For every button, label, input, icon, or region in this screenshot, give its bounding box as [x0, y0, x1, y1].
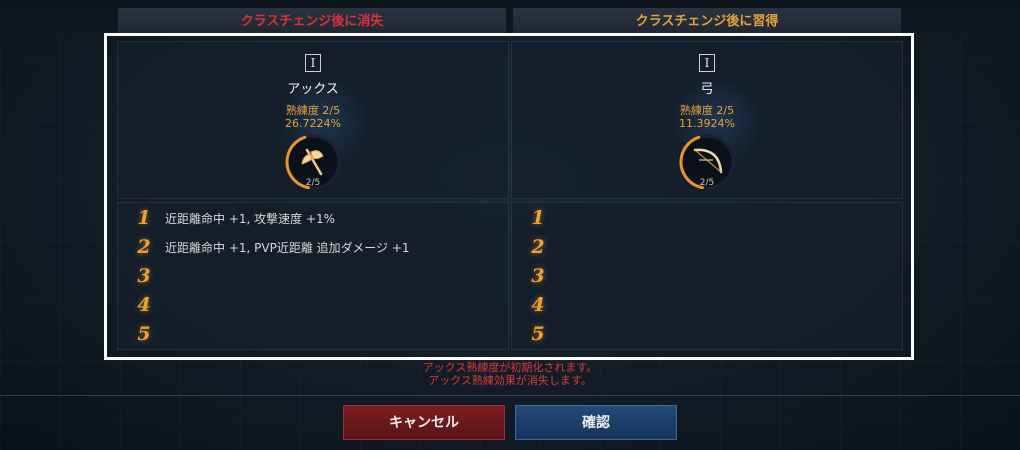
confirm-button[interactable]: 確認: [515, 405, 677, 440]
tier-badge: I: [305, 54, 321, 72]
bonus-row: 1 近距離命中 +1, 攻撃速度 +1%: [118, 203, 508, 232]
mastery-level: 熟練度 2/5: [285, 104, 341, 117]
bonus-row: 4: [512, 290, 902, 319]
bonus-level-number: 2: [137, 236, 151, 258]
warning-line-effect-lost: アックス熟練効果が消失します。: [428, 374, 592, 387]
bonus-row: 3: [512, 261, 902, 290]
right-bonus-list: 1 2 3 4 5: [511, 202, 903, 350]
bonus-row: 2 近距離命中 +1, PVP近距離 追加ダメージ +1: [118, 232, 508, 261]
bonus-text: 近距離命中 +1, 攻撃速度 +1%: [165, 212, 336, 226]
left-weapon-panel: I アックス 熟練度 2/5 26.7224% 2/5: [117, 41, 509, 199]
bonus-row: 1: [512, 203, 902, 232]
bottom-divider: [0, 395, 1020, 396]
right-weapon-panel: I 弓 熟練度 2/5 11.3924% 2/5: [511, 41, 903, 199]
bonus-level-number: 5: [137, 323, 151, 345]
bonus-level-number: 3: [531, 265, 545, 287]
bonus-row: 5: [512, 319, 902, 348]
lost-after-class-change-header: クラスチェンジ後に消失: [118, 8, 506, 34]
mastery-percent: 26.7224%: [285, 117, 341, 130]
ring-level-text: 2/5: [699, 178, 715, 188]
left-bonus-list: 1 近距離命中 +1, 攻撃速度 +1% 2 近距離命中 +1, PVP近距離 …: [117, 202, 509, 350]
bonus-row: 3: [118, 261, 508, 290]
highlight-frame: I アックス 熟練度 2/5 26.7224% 2/5 I 弓 熟練度 2/5 …: [104, 33, 914, 360]
bonus-row: 5: [118, 319, 508, 348]
weapon-name: アックス: [287, 82, 339, 97]
learned-after-class-change-header: クラスチェンジ後に習得: [513, 8, 901, 34]
weapon-name: 弓: [700, 82, 714, 97]
mastery-ring[interactable]: 2/5: [679, 134, 735, 190]
bonus-row: 2: [512, 232, 902, 261]
bonus-level-number: 5: [531, 323, 545, 345]
mastery-level: 熟練度 2/5: [679, 104, 735, 117]
bonus-level-number: 4: [137, 294, 151, 316]
mastery-percent: 11.3924%: [679, 117, 735, 130]
warning-line-reset: アックス熟練度が初期化されます。: [422, 361, 598, 374]
bonus-text: 近距離命中 +1, PVP近距離 追加ダメージ +1: [165, 241, 410, 255]
cancel-button[interactable]: キャンセル: [343, 405, 505, 440]
bonus-level-number: 1: [531, 207, 545, 229]
bonus-level-number: 4: [531, 294, 545, 316]
ring-level-text: 2/5: [305, 178, 321, 188]
bonus-level-number: 3: [137, 265, 151, 287]
mastery-ring[interactable]: 2/5: [285, 134, 341, 190]
bonus-level-number: 2: [531, 236, 545, 258]
bonus-row: 4: [118, 290, 508, 319]
bonus-level-number: 1: [137, 207, 151, 229]
warning-message: アックス熟練度が初期化されます。 アックス熟練効果が消失します。: [0, 361, 1020, 387]
tier-badge: I: [699, 54, 715, 72]
